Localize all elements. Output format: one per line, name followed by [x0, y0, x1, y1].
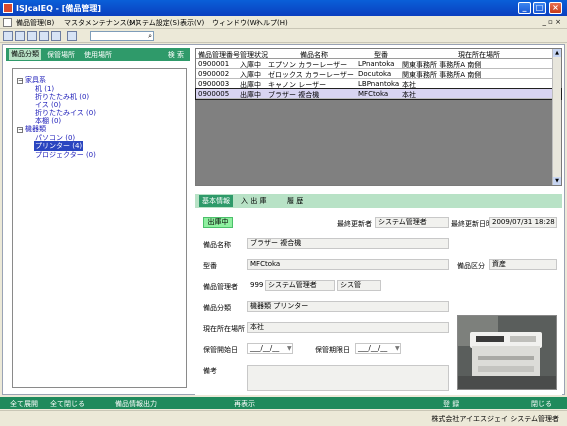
maximize-button[interactable]: □ [533, 2, 546, 14]
cell: 0900001 [198, 60, 230, 68]
settings-icon[interactable] [67, 31, 77, 41]
mdi-window-controls[interactable]: _ ▫ × [542, 18, 561, 26]
manager-dept-field[interactable]: シス管 [337, 280, 381, 291]
tab-basic-info[interactable]: 基本情報 [199, 195, 233, 207]
redisplay-button[interactable]: 再表示 [234, 399, 255, 409]
search-input[interactable]: ⌕ [90, 31, 154, 41]
grid-scrollbar[interactable]: ▲ ▼ [552, 49, 561, 185]
menu-item-system[interactable]: システム設定(S) [128, 18, 180, 28]
menu-bar: 備品管理(B) マスタメンテナンス(M) システム設定(S) 表示(V) ウィン… [0, 16, 567, 29]
last-updater-field: システム管理者 [375, 217, 449, 228]
export-button[interactable]: 備品情報出力 [115, 399, 157, 409]
collapse-all-button[interactable]: 全て閉じる [50, 399, 85, 409]
category-label: 備品区分 [457, 262, 485, 270]
last-updated-field: 2009/07/31 18:28 [489, 217, 557, 228]
model-field[interactable]: MFCtoka [247, 259, 449, 270]
status-text: 株式会社アイエスジェイ システム管理者 [431, 415, 559, 423]
save-icon[interactable] [27, 31, 37, 41]
status-badge: 出庫中 [203, 217, 233, 228]
location-field[interactable]: 本社 [247, 322, 449, 333]
last-updater-label: 最終更新者 [337, 220, 372, 228]
tab-storage-place[interactable]: 保管場所 [47, 50, 75, 60]
window-title: ISJcalEQ - [備品管理] [16, 4, 102, 13]
chevron-down-icon[interactable]: ▼ [395, 345, 400, 352]
category-field[interactable]: 資産 [489, 259, 557, 270]
table-row[interactable]: 0900001 入庫中 エプソン カラーレーザー LPnantoka 関東事務所… [196, 59, 561, 69]
notes-label: 備考 [203, 367, 217, 375]
close-form-button[interactable]: 閉じる [531, 399, 552, 409]
close-button[interactable]: × [549, 2, 562, 14]
menu-item-help[interactable]: ヘルプ(H) [256, 18, 288, 28]
collapse-icon[interactable]: − [17, 127, 23, 133]
notes-field[interactable] [247, 365, 449, 391]
cell: 0900002 [198, 70, 230, 78]
cell: 出庫中 [240, 91, 261, 99]
document-icon [3, 18, 12, 27]
expand-all-button[interactable]: 全て展開 [10, 399, 38, 409]
tab-history[interactable]: 履 歴 [287, 196, 303, 206]
new-icon[interactable] [3, 31, 13, 41]
name-label: 備品名称 [203, 241, 231, 249]
cell: MFCtoka [358, 90, 389, 98]
tab-category[interactable]: 備品分類 [9, 49, 41, 60]
main-frame: 備品分類 保管場所 使用場所 検 索 − 家具系 机 (1) 折りたたみ机 (0)… [2, 44, 565, 395]
last-updated-label: 最終更新日時 [451, 220, 493, 228]
category-tree[interactable]: − 家具系 机 (1) 折りたたみ机 (0) イス (0) 折りたたみイス (0)… [12, 68, 187, 388]
tab-in-out[interactable]: 入 出 庫 [241, 196, 266, 206]
scroll-up-icon[interactable]: ▲ [553, 49, 561, 57]
detail-tabs: 基本情報 入 出 庫 履 歴 [195, 194, 562, 208]
table-row[interactable]: 0900003 出庫中 キャノン レーザー LBPnantoka 本社 [196, 79, 561, 89]
app-icon [3, 3, 13, 13]
equipment-photo [457, 315, 557, 390]
class-label: 備品分類 [203, 304, 231, 312]
cell: LBPnantoka [358, 80, 400, 88]
print-icon[interactable] [51, 31, 61, 41]
grid-header: 備品管理番号 管理状況 備品名称 型番 現在所在場所 [196, 49, 561, 59]
left-tabs: 備品分類 保管場所 使用場所 検 索 [6, 48, 190, 61]
tree-node-label: 機器類 [25, 125, 46, 133]
title-bar: ISJcalEQ - [備品管理] _ □ × [0, 0, 567, 16]
end-date-label: 保管期限日 [315, 346, 350, 354]
save-all-icon[interactable] [39, 31, 49, 41]
cell: 本社 [402, 91, 416, 99]
menu-item-view[interactable]: 表示(V) [180, 18, 204, 28]
table-row[interactable]: 0900002 入庫中 ゼロックス カラーレーザー Docutoka 関東事務所… [196, 69, 561, 79]
cell: ブラザー 複合機 [268, 91, 320, 99]
scroll-down-icon[interactable]: ▼ [553, 177, 561, 185]
tree-node-projector[interactable]: プロジェクター (0) [35, 150, 96, 160]
search-button[interactable]: 検 索 [168, 50, 184, 60]
open-icon[interactable] [15, 31, 25, 41]
cell: 0900003 [198, 80, 230, 88]
left-panel: 備品分類 保管場所 使用場所 検 索 − 家具系 机 (1) 折りたたみ机 (0)… [6, 48, 190, 392]
detail-panel: 出庫中 最終更新者 システム管理者 最終更新日時 2009/07/31 18:2… [195, 210, 562, 395]
chevron-down-icon[interactable]: ▼ [287, 345, 292, 352]
location-label: 現在所在場所 [203, 325, 245, 333]
table-row-selected[interactable]: 0900005 出庫中 ブラザー 複合機 MFCtoka 本社 [195, 88, 562, 100]
status-bar: 株式会社アイエスジェイ システム管理者 [0, 410, 567, 426]
manager-name-field[interactable]: システム管理者 [265, 280, 335, 291]
manager-label: 備品管理者 [203, 283, 238, 291]
tab-usage-place[interactable]: 使用場所 [84, 50, 112, 60]
start-date-label: 保管開始日 [203, 346, 238, 354]
cell: LPnantoka [358, 60, 395, 68]
menu-item-bihin[interactable]: 備品管理(B) [16, 18, 54, 28]
menu-item-window[interactable]: ウィンドウ(W) [212, 18, 259, 28]
action-bar: 全て展開 全て閉じる 備品情報出力 再表示 登 録 閉じる [0, 397, 567, 409]
toolbar: ⌕ [0, 29, 567, 43]
register-button[interactable]: 登 録 [443, 399, 459, 409]
manager-code: 999 [247, 280, 265, 291]
model-label: 型番 [203, 262, 217, 270]
tree-node-label: 家具系 [25, 76, 46, 84]
cell: Docutoka [358, 70, 392, 78]
minimize-button[interactable]: _ [518, 2, 531, 14]
equipment-grid[interactable]: 備品管理番号 管理状況 備品名称 型番 現在所在場所 0900001 入庫中 エ… [195, 48, 562, 186]
cell: 0900005 [198, 90, 230, 98]
printer-image [458, 316, 556, 389]
class-field[interactable]: 機器類 プリンター [247, 301, 449, 312]
name-field[interactable]: ブラザー 複合機 [247, 238, 449, 249]
search-icon[interactable]: ⌕ [148, 32, 152, 40]
collapse-icon[interactable]: − [17, 78, 23, 84]
